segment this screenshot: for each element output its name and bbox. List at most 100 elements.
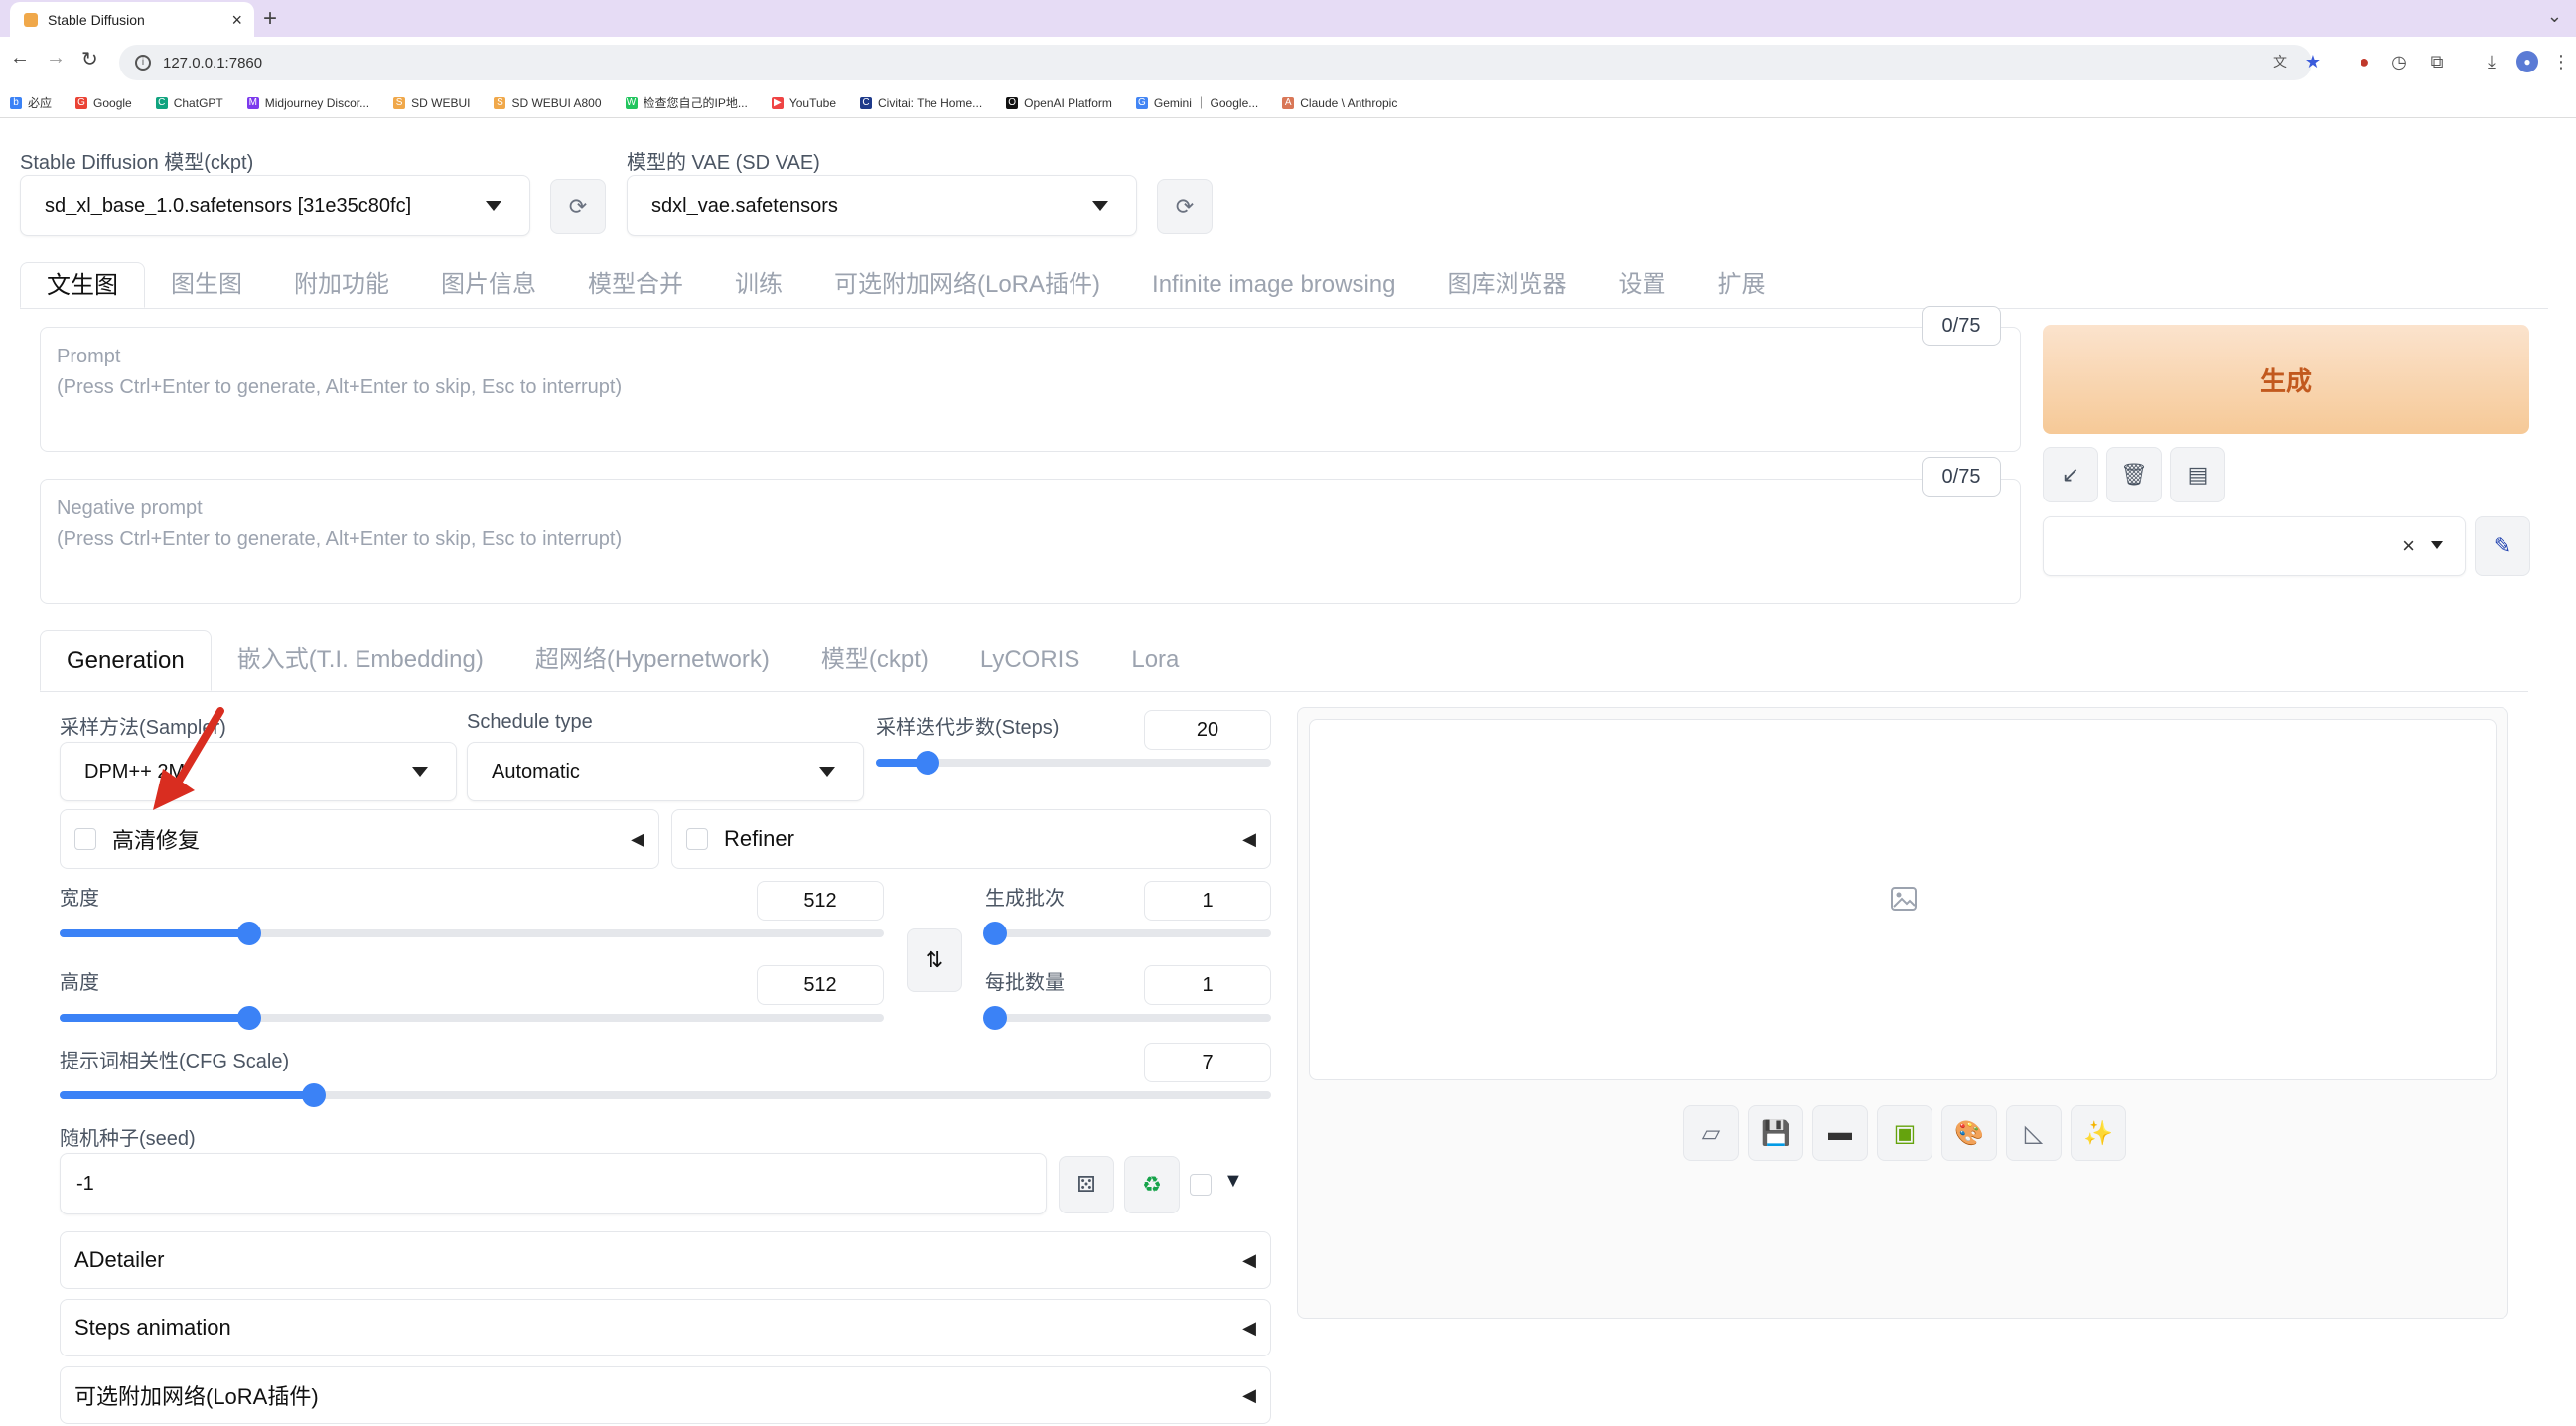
width-slider[interactable] — [60, 922, 884, 945]
browser-tab[interactable]: Stable Diffusion × — [10, 2, 254, 37]
clear-x-icon[interactable]: × — [2402, 533, 2415, 559]
bookmark-item[interactable]: b 必应 — [10, 94, 52, 111]
batch-count-input[interactable]: 1 — [1144, 881, 1271, 921]
negative-prompt-textarea[interactable]: Negative prompt (Press Ctrl+Enter to gen… — [40, 479, 2021, 604]
tab-image-browser[interactable]: 图库浏览器 — [1422, 262, 1593, 308]
back-icon[interactable]: ← — [10, 47, 30, 70]
refiner-checkbox[interactable] — [686, 828, 708, 850]
bookmark-item[interactable]: G Google — [75, 96, 132, 110]
open-folder-button[interactable]: ▱ — [1683, 1105, 1739, 1161]
reload-icon[interactable]: ↻ — [81, 47, 98, 71]
reuse-seed-button[interactable]: ♻ — [1124, 1156, 1180, 1213]
tab-checkpoint-merger[interactable]: 模型合并 — [562, 262, 709, 308]
cfg-input[interactable]: 7 — [1144, 1043, 1271, 1082]
schedule-dropdown[interactable]: Automatic — [467, 742, 864, 801]
bookmark-item[interactable]: A Claude \ Anthropic — [1282, 96, 1397, 110]
menu-kebab-icon[interactable]: ⋮ — [2550, 51, 2572, 72]
steps-slider[interactable] — [876, 751, 1271, 775]
collapse-triangle-icon[interactable]: ◀ — [1242, 1385, 1256, 1406]
batch-count-slider[interactable] — [983, 922, 1271, 945]
slider-thumb[interactable] — [236, 922, 261, 945]
additional-networks-accordion[interactable]: 可选附加网络(LoRA插件) ◀ — [60, 1366, 1271, 1424]
site-info-icon[interactable]: i — [135, 55, 151, 71]
hires-fix-checkbox[interactable] — [74, 828, 96, 850]
tab-generation[interactable]: Generation — [40, 630, 212, 691]
bookmark-star-icon[interactable]: ★ — [2302, 51, 2324, 72]
extensions-puzzle-icon[interactable]: ⧉ — [2426, 51, 2448, 72]
tab-infinite-image-browsing[interactable]: Infinite image browsing — [1126, 262, 1421, 308]
tab-search-chevron-icon[interactable]: ⌄ — [2547, 6, 2562, 27]
hires-fix-accordion[interactable]: 高清修复 ◀ — [60, 809, 659, 869]
tab-ckpt[interactable]: 模型(ckpt) — [795, 630, 954, 691]
tab-additional-networks[interactable]: 可选附加网络(LoRA插件) — [808, 262, 1126, 308]
steps-animation-accordion[interactable]: Steps animation ◀ — [60, 1299, 1271, 1356]
width-input[interactable]: 512 — [757, 881, 884, 921]
send-to-img2img-button[interactable]: ▣ — [1877, 1105, 1932, 1161]
tab-hypernetwork[interactable]: 超网络(Hypernetwork) — [509, 630, 795, 691]
sampler-dropdown[interactable]: DPM++ 2M — [60, 742, 457, 801]
paste-button[interactable]: ▤ — [2170, 447, 2225, 502]
height-slider[interactable] — [60, 1006, 884, 1030]
refresh-ckpt-button[interactable]: ⟳ — [550, 179, 606, 234]
refiner-accordion[interactable]: Refiner ◀ — [671, 809, 1271, 869]
bookmark-item[interactable]: S SD WEBUI A800 — [494, 96, 602, 110]
styles-dropdown[interactable]: × — [2043, 516, 2466, 576]
swap-dimensions-button[interactable]: ⇅ — [907, 928, 962, 992]
tab-lora[interactable]: Lora — [1105, 630, 1205, 691]
random-seed-button[interactable]: ⚄ — [1059, 1156, 1114, 1213]
bookmark-item[interactable]: C ChatGPT — [155, 96, 223, 110]
send-to-extras-button[interactable]: ◺ — [2006, 1105, 2062, 1161]
extra-seed-checkbox[interactable] — [1190, 1174, 1212, 1196]
bookmark-item[interactable]: M Midjourney Discor... — [246, 96, 369, 110]
download-icon[interactable]: ⤓ — [2481, 51, 2503, 72]
bookmark-item[interactable]: O OpenAI Platform — [1006, 96, 1112, 110]
tab-txt2img[interactable]: 文生图 — [20, 262, 145, 308]
bookmark-item[interactable]: G Gemini ｜ Google... — [1135, 94, 1258, 111]
clear-prompt-button[interactable]: 🗑 — [2106, 447, 2162, 502]
tab-embedding[interactable]: 嵌入式(T.I. Embedding) — [212, 630, 509, 691]
height-input[interactable]: 512 — [757, 965, 884, 1005]
batch-size-slider[interactable] — [983, 1006, 1271, 1030]
bookmark-item[interactable]: ▶ YouTube — [771, 96, 836, 110]
address-bar[interactable]: i 127.0.0.1:7860 — [119, 45, 2312, 80]
tab-extras[interactable]: 附加功能 — [268, 262, 415, 308]
send-to-inpaint-button[interactable]: 🎨 — [1941, 1105, 1997, 1161]
collapse-triangle-icon[interactable]: ◀ — [1242, 1250, 1256, 1271]
generate-button[interactable]: 生成 — [2043, 325, 2529, 434]
slider-thumb[interactable] — [983, 922, 1007, 945]
close-tab-icon[interactable]: × — [231, 10, 242, 31]
tab-img2img[interactable]: 图生图 — [145, 262, 268, 308]
tab-png-info[interactable]: 图片信息 — [415, 262, 562, 308]
ckpt-dropdown[interactable]: sd_xl_base_1.0.safetensors [31e35c80fc] — [20, 175, 530, 236]
vae-dropdown[interactable]: sdxl_vae.safetensors — [627, 175, 1137, 236]
refresh-vae-button[interactable]: ⟳ — [1157, 179, 1213, 234]
slider-thumb[interactable] — [302, 1083, 327, 1107]
edit-styles-button[interactable]: ✎ — [2475, 516, 2530, 576]
collapse-triangle-icon[interactable]: ◀ — [631, 829, 644, 850]
bookmark-item[interactable]: W 检查您自己的IP地... — [625, 94, 748, 111]
cfg-slider[interactable] — [60, 1083, 1271, 1107]
translate-icon[interactable]: 文 — [2269, 51, 2291, 72]
forward-icon[interactable]: → — [46, 47, 66, 70]
slider-thumb[interactable] — [236, 1006, 261, 1030]
prompt-textarea[interactable]: Prompt (Press Ctrl+Enter to generate, Al… — [40, 327, 2021, 452]
profile-avatar[interactable]: ● — [2516, 51, 2538, 72]
upscale-button[interactable]: ✨ — [2071, 1105, 2126, 1161]
tab-lycoris[interactable]: LyCORIS — [954, 630, 1105, 691]
bookmark-item[interactable]: C Civitai: The Home... — [860, 96, 982, 110]
collapse-triangle-icon[interactable]: ◀ — [1242, 829, 1256, 850]
zip-button[interactable]: ▬ — [1812, 1105, 1868, 1161]
slider-thumb[interactable] — [983, 1006, 1007, 1030]
tab-train[interactable]: 训练 — [709, 262, 808, 308]
save-button[interactable]: 💾 — [1748, 1105, 1803, 1161]
steps-input[interactable]: 20 — [1144, 710, 1271, 750]
batch-size-input[interactable]: 1 — [1144, 965, 1271, 1005]
adetailer-accordion[interactable]: ADetailer ◀ — [60, 1231, 1271, 1289]
history-icon[interactable]: ◷ — [2388, 51, 2410, 72]
tab-extensions[interactable]: 扩展 — [1692, 262, 1791, 308]
extra-seed-toggle-icon[interactable]: ▼ — [1223, 1170, 1243, 1193]
tab-settings[interactable]: 设置 — [1593, 262, 1692, 308]
seed-input[interactable]: -1 — [60, 1153, 1047, 1214]
bookmark-item[interactable]: S SD WEBUI — [393, 96, 470, 110]
new-tab-icon[interactable]: + — [263, 5, 277, 33]
